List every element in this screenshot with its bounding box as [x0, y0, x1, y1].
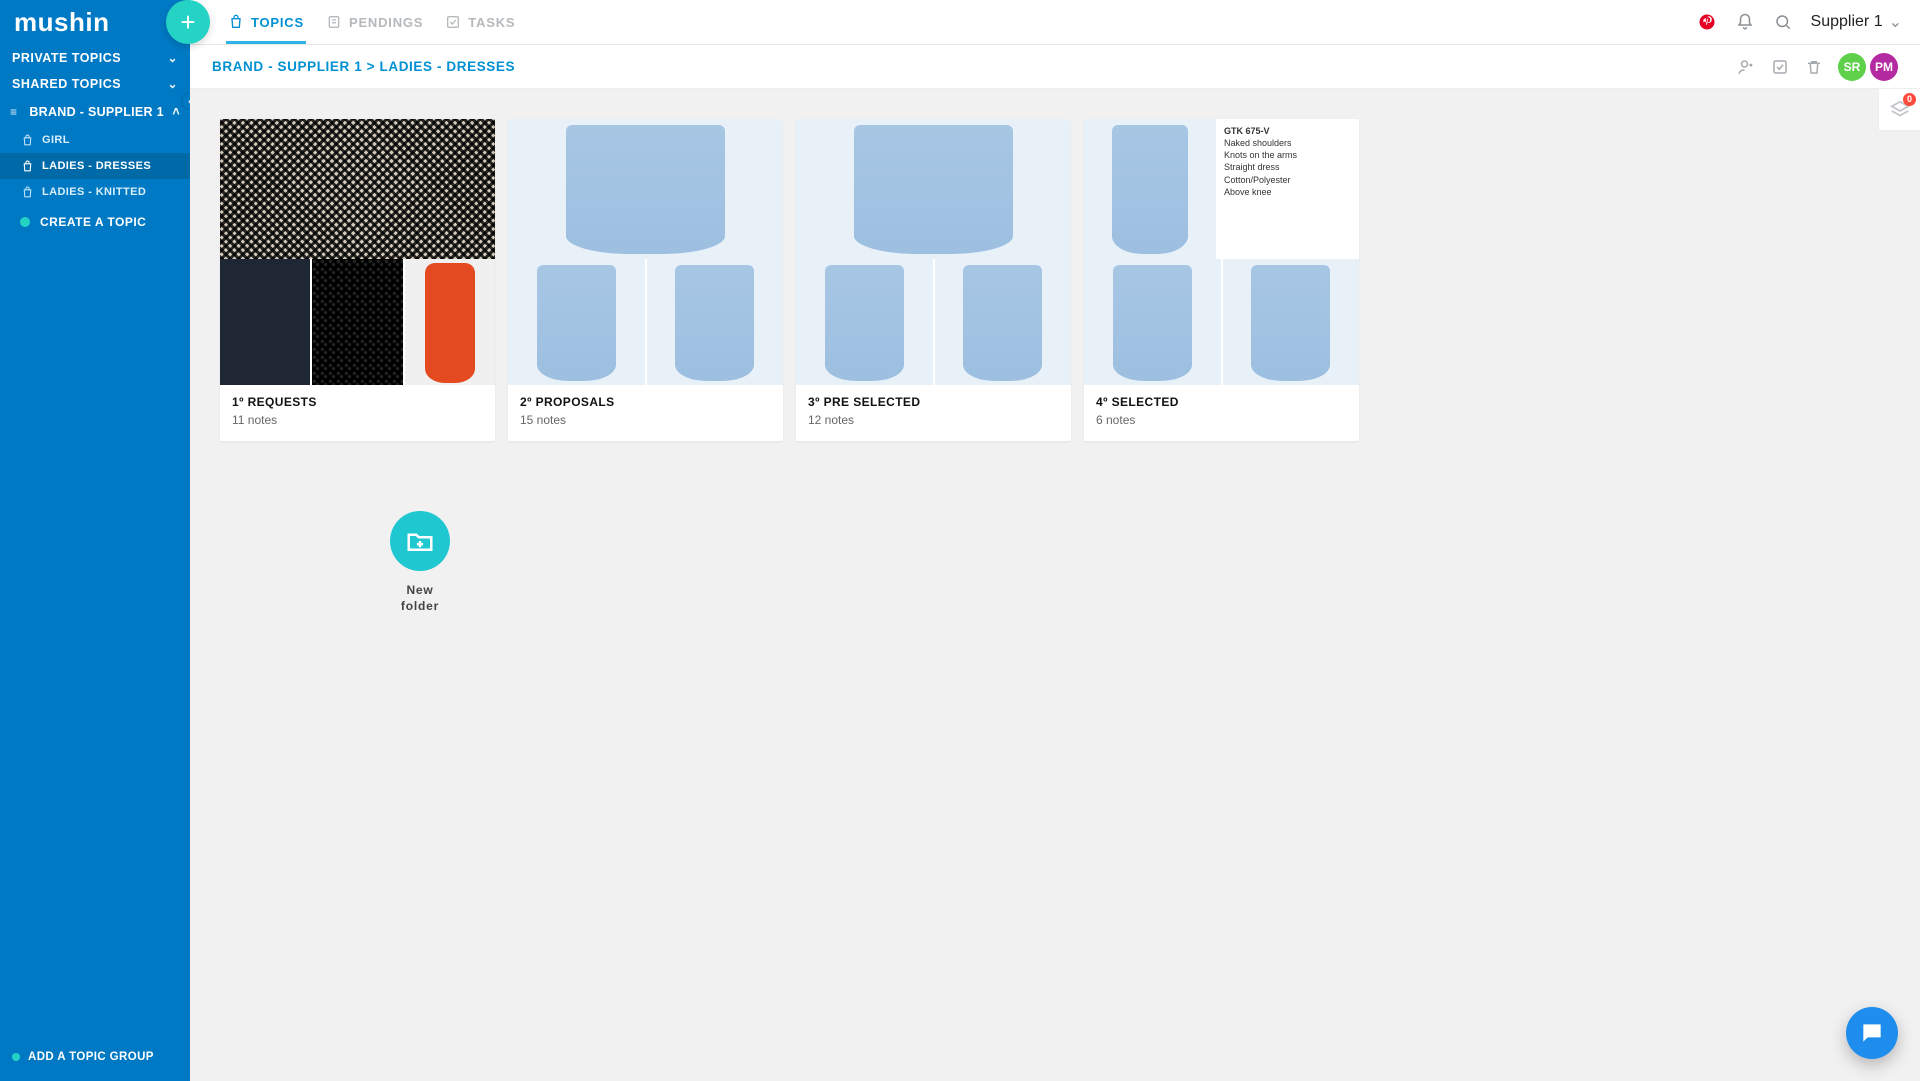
thumbnail: [935, 259, 1072, 385]
avatar[interactable]: SR: [1838, 53, 1866, 81]
folder-card-preselected[interactable]: 3º PRE SELECTED 12 notes: [796, 119, 1071, 441]
sidebar-section-label: SHARED TOPICS: [12, 77, 121, 91]
sidebar-section-label: PRIVATE TOPICS: [12, 51, 121, 65]
thumbnail: [508, 119, 783, 259]
add-topic-group-button[interactable]: ADD A TOPIC GROUP: [0, 1037, 190, 1081]
sidebar-item-label: LADIES - KNITTED: [42, 186, 146, 198]
folder-note-count: 12 notes: [808, 413, 1059, 427]
tab-label: PENDINGS: [349, 15, 423, 30]
folder-plus-icon: [390, 511, 450, 571]
stack-icon[interactable]: 0: [1878, 89, 1920, 131]
chevron-up-icon: ˄: [172, 105, 180, 119]
spec-line: Straight dress: [1224, 161, 1351, 173]
user-name: Supplier 1: [1811, 13, 1883, 31]
sidebar-group-brand[interactable]: ≡ BRAND - SUPPLIER 1 ˄: [0, 97, 190, 127]
tab-label: TASKS: [468, 15, 515, 30]
add-topic-group-label: ADD A TOPIC GROUP: [28, 1051, 154, 1063]
sidebar-item-ladies-dresses[interactable]: LADIES - DRESSES: [0, 153, 190, 179]
new-folder-label: folder: [401, 599, 439, 613]
tab-topics[interactable]: TOPICS: [226, 0, 306, 44]
folder-title: 1º REQUESTS: [232, 395, 483, 409]
add-button[interactable]: +: [166, 0, 210, 44]
folder-card-selected[interactable]: GTK 675-V Naked shoulders Knots on the a…: [1084, 119, 1359, 441]
folder-note-count: 11 notes: [232, 413, 483, 427]
spec-line: Above knee: [1224, 186, 1351, 198]
spec-line: Naked shoulders: [1224, 137, 1351, 149]
folder-note-count: 6 notes: [1096, 413, 1347, 427]
new-folder-button[interactable]: New folder: [360, 511, 480, 614]
thumbnail: [1084, 119, 1216, 259]
thumbnail: [1223, 259, 1360, 385]
thumbnail: [647, 259, 784, 385]
search-icon[interactable]: [1773, 12, 1793, 32]
thumbnail: [796, 119, 1071, 259]
folder-title: 4º SELECTED: [1096, 395, 1347, 409]
chevron-down-icon: ⌄: [1889, 12, 1902, 32]
edit-icon[interactable]: [1770, 57, 1790, 77]
drag-handle-icon: ≡: [10, 105, 17, 119]
thumbnail: [1084, 259, 1221, 385]
sidebar-section-shared[interactable]: SHARED TOPICS ⌄: [0, 71, 190, 97]
bell-icon[interactable]: [1735, 12, 1755, 32]
pinterest-icon[interactable]: [1697, 12, 1717, 32]
note-icon: [326, 14, 342, 30]
thumbnail: [405, 259, 495, 385]
folder-title: 2º PROPOSALS: [520, 395, 771, 409]
topbar: + TOPICS PENDINGS: [190, 0, 1920, 45]
folder-card-requests[interactable]: 1º REQUESTS 11 notes: [220, 119, 495, 441]
thumbnail: [796, 259, 933, 385]
chat-button[interactable]: [1846, 1007, 1898, 1059]
thumbnail: [508, 259, 645, 385]
main-tabs: TOPICS PENDINGS TASKS: [226, 0, 517, 44]
content-area: 0 1º REQUESTS 11 notes: [190, 89, 1920, 1081]
bag-icon: [228, 14, 244, 30]
avatar-stack[interactable]: SR PM: [1838, 53, 1898, 81]
plus-dot-icon: [20, 217, 30, 227]
sidebar-item-ladies-knitted[interactable]: LADIES - KNITTED: [0, 179, 190, 205]
sidebar-group-label: BRAND - SUPPLIER 1: [29, 105, 164, 119]
bag-icon: [20, 159, 34, 173]
tab-pendings[interactable]: PENDINGS: [324, 0, 425, 44]
spec-sheet: GTK 675-V Naked shoulders Knots on the a…: [1216, 119, 1359, 259]
breadcrumb-bar: BRAND - SUPPLIER 1 > LADIES - DRESSES SR…: [190, 45, 1920, 89]
spec-line: Cotton/Polyester: [1224, 174, 1351, 186]
sidebar-section-private[interactable]: PRIVATE TOPICS ⌄: [0, 45, 190, 71]
create-topic-label: CREATE A TOPIC: [40, 215, 146, 229]
create-topic-button[interactable]: CREATE A TOPIC: [0, 205, 190, 239]
folder-card-proposals[interactable]: 2º PROPOSALS 15 notes: [508, 119, 783, 441]
sidebar: mushin PRIVATE TOPICS ⌄ SHARED TOPICS ⌄ …: [0, 0, 190, 1081]
trash-icon[interactable]: [1804, 57, 1824, 77]
spec-code: GTK 675-V: [1224, 125, 1351, 137]
new-folder-label: New: [406, 583, 433, 597]
avatar[interactable]: PM: [1870, 53, 1898, 81]
bag-icon: [20, 133, 34, 147]
chevron-down-icon: ⌄: [167, 77, 178, 91]
stack-badge: 0: [1903, 93, 1916, 106]
sidebar-item-girl[interactable]: GIRL: [0, 127, 190, 153]
chevron-down-icon: ⌄: [167, 51, 178, 65]
plus-dot-icon: [12, 1053, 20, 1061]
check-icon: [445, 14, 461, 30]
folder-title: 3º PRE SELECTED: [808, 395, 1059, 409]
tab-label: TOPICS: [251, 15, 304, 30]
bag-icon: [20, 185, 34, 199]
sidebar-item-label: LADIES - DRESSES: [42, 160, 151, 172]
tab-tasks[interactable]: TASKS: [443, 0, 517, 44]
sidebar-item-label: GIRL: [42, 134, 70, 146]
thumbnail: [312, 259, 402, 385]
user-menu[interactable]: Supplier 1 ⌄: [1811, 12, 1902, 32]
thumbnail: [220, 259, 310, 385]
spec-line: Knots on the arms: [1224, 149, 1351, 161]
brand-logo: mushin: [0, 0, 190, 45]
thumbnail: [220, 119, 495, 259]
folder-note-count: 15 notes: [520, 413, 771, 427]
assign-icon[interactable]: [1736, 57, 1756, 77]
breadcrumb[interactable]: BRAND - SUPPLIER 1 > LADIES - DRESSES: [212, 59, 515, 74]
